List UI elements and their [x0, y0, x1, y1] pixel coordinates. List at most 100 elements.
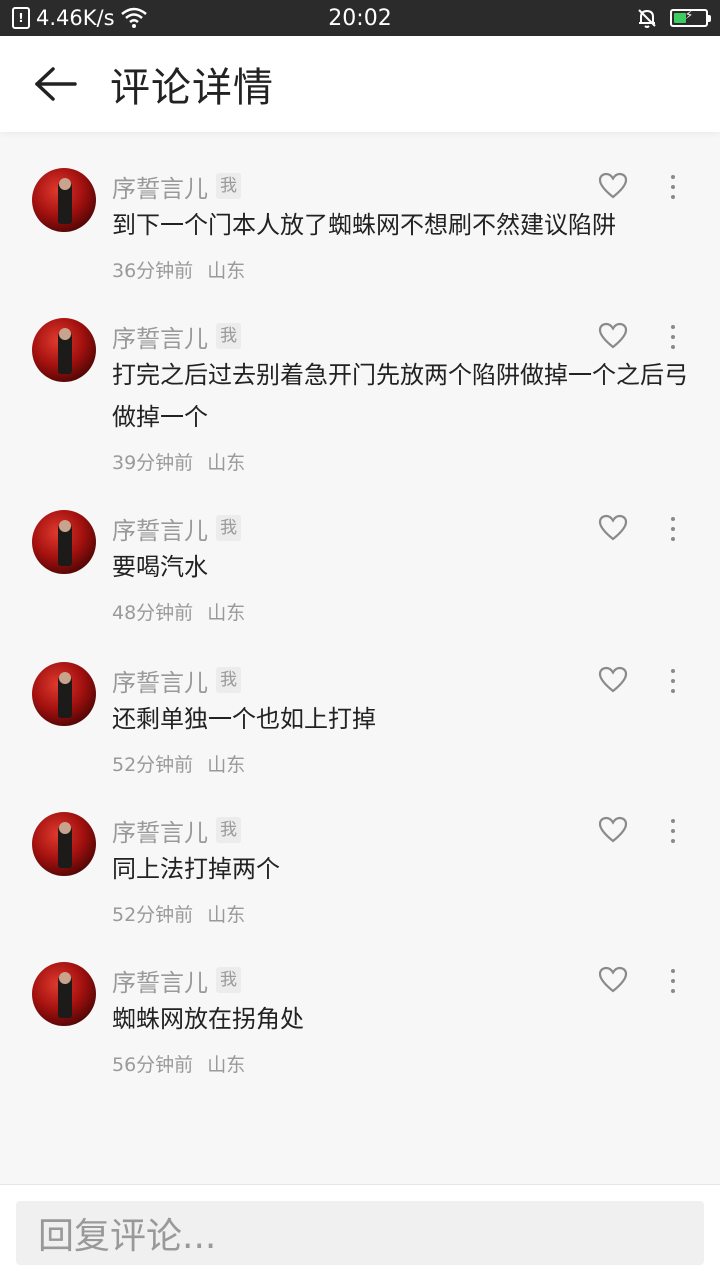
comment-item[interactable]: 序誓言儿 我 蜘蛛网放在拐角处 56分钟前 山东: [0, 962, 720, 1077]
network-speed: 4.46K/s: [36, 6, 115, 30]
comment-username[interactable]: 序誓言儿: [112, 169, 208, 204]
comment-location: 山东: [207, 904, 246, 926]
comment-location: 山东: [207, 754, 246, 776]
back-arrow-icon: [35, 67, 77, 101]
comment-head: 序誓言儿 我: [112, 168, 720, 204]
comment-head: 序誓言儿 我: [112, 510, 720, 546]
comment-username[interactable]: 序誓言儿: [112, 511, 208, 546]
heart-icon: [598, 322, 628, 349]
heart-icon: [598, 172, 628, 199]
status-right: ⚡: [636, 7, 711, 29]
avatar[interactable]: [32, 662, 96, 726]
me-badge: 我: [216, 515, 241, 541]
comment-item[interactable]: 序誓言儿 我 到下一个门本人放了蜘蛛网不想刷不然建议陷阱 36分钟前 山东: [0, 168, 720, 283]
battery-icon: ⚡: [670, 8, 711, 27]
more-dot: [671, 537, 675, 541]
status-bar: ! 4.46K/s 20:02 ⚡: [0, 0, 720, 36]
status-left: ! 4.46K/s: [12, 6, 312, 30]
reply-input[interactable]: 回复评论...: [16, 1200, 704, 1265]
avatar[interactable]: [32, 812, 96, 876]
comment-location: 山东: [207, 260, 246, 282]
comment-username[interactable]: 序誓言儿: [112, 663, 208, 698]
comment-time: 52分钟前: [112, 754, 194, 776]
comment-location: 山东: [207, 132, 245, 133]
comment-head: 序誓言儿 我: [112, 812, 720, 848]
comment-location: 山东: [207, 452, 246, 474]
heart-icon: [598, 514, 628, 541]
comment-meta: 52分钟前 山东: [112, 750, 720, 777]
more-dot: [671, 195, 675, 199]
like-button[interactable]: [598, 816, 628, 846]
more-options-button[interactable]: [658, 170, 688, 204]
comment-username[interactable]: 序誓言儿: [112, 813, 208, 848]
comment-time: 39分钟前: [112, 452, 194, 474]
page-title: 评论详情: [110, 65, 274, 111]
me-badge: 我: [216, 667, 241, 693]
more-dot: [671, 335, 675, 339]
me-badge: 我: [216, 967, 241, 993]
me-badge: 我: [216, 173, 241, 199]
more-dot: [671, 979, 675, 983]
comment-meta: 36分钟前 山东: [112, 256, 720, 283]
mute-bell-icon: [638, 9, 656, 28]
comment-list[interactable]: 对单也可以加强弓一直射 30分钟前 山东 序誓言儿 我 到下一个门本人放了蜘蛛网…: [0, 132, 720, 1184]
avatar[interactable]: [32, 962, 96, 1026]
comment-text: 还剩单独一个也如上打掉: [112, 705, 376, 733]
more-dot: [671, 527, 675, 531]
more-vertical-icon: [671, 669, 675, 673]
comment-time: 48分钟前: [112, 602, 194, 624]
comment-head: 序誓言儿 我: [112, 318, 720, 354]
more-vertical-icon: [671, 819, 675, 823]
avatar[interactable]: [32, 168, 96, 232]
comment-username[interactable]: 序誓言儿: [112, 319, 208, 354]
comment-item[interactable]: 序誓言儿 我 同上法打掉两个 52分钟前 山东: [0, 812, 720, 927]
more-options-button[interactable]: [658, 320, 688, 354]
comment-time: 52分钟前: [112, 904, 194, 926]
avatar[interactable]: [32, 510, 96, 574]
wifi-icon: [120, 7, 147, 28]
avatar[interactable]: [32, 318, 96, 382]
comment-head: 序誓言儿 我: [112, 662, 720, 698]
more-dot: [671, 689, 675, 693]
more-options-button[interactable]: [658, 664, 688, 698]
like-button[interactable]: [598, 322, 628, 352]
like-button[interactable]: [598, 966, 628, 996]
like-button[interactable]: [598, 666, 628, 696]
comment-time: 30分钟前: [112, 132, 193, 133]
comment-head: 序誓言儿 我: [112, 962, 720, 998]
comment-text: 蜘蛛网放在拐角处: [112, 1005, 304, 1033]
comment-item[interactable]: 序誓言儿 我 打完之后过去别着急开门先放两个陷阱做掉一个之后弓做掉一个 39分钟…: [0, 318, 720, 475]
comment-meta: 48分钟前 山东: [112, 598, 720, 625]
comment-meta: 52分钟前 山东: [112, 900, 720, 927]
comment-item[interactable]: 对单也可以加强弓一直射 30分钟前 山东: [0, 132, 720, 133]
like-button[interactable]: [598, 514, 628, 544]
sim-icon: !: [12, 7, 30, 29]
reply-bar: 回复评论...: [0, 1184, 720, 1280]
more-options-button[interactable]: [658, 814, 688, 848]
like-button[interactable]: [598, 172, 628, 202]
heart-icon: [598, 666, 628, 693]
comment-time: 36分钟前: [112, 260, 194, 282]
more-vertical-icon: [671, 969, 675, 973]
more-dot: [671, 185, 675, 189]
heart-icon: [598, 816, 628, 843]
comment-meta: 39分钟前 山东: [112, 448, 720, 475]
more-dot: [671, 839, 675, 843]
back-button[interactable]: [0, 36, 110, 132]
comment-meta: 56分钟前 山东: [112, 1050, 720, 1077]
more-dot: [671, 829, 675, 833]
comment-item[interactable]: 序誓言儿 我 还剩单独一个也如上打掉 52分钟前 山东: [0, 662, 720, 777]
heart-icon: [598, 966, 628, 993]
comment-item[interactable]: 序誓言儿 我 要喝汽水 48分钟前 山东: [0, 510, 720, 625]
more-dot: [671, 345, 675, 349]
more-options-button[interactable]: [658, 512, 688, 546]
comment-text: 同上法打掉两个: [112, 855, 280, 883]
me-badge: 我: [216, 817, 241, 843]
comment-location: 山东: [207, 1054, 246, 1076]
more-dot: [671, 989, 675, 993]
more-vertical-icon: [671, 175, 675, 179]
more-options-button[interactable]: [658, 964, 688, 998]
comment-location: 山东: [207, 602, 246, 624]
comment-text: 到下一个门本人放了蜘蛛网不想刷不然建议陷阱: [112, 211, 616, 239]
comment-username[interactable]: 序誓言儿: [112, 963, 208, 998]
